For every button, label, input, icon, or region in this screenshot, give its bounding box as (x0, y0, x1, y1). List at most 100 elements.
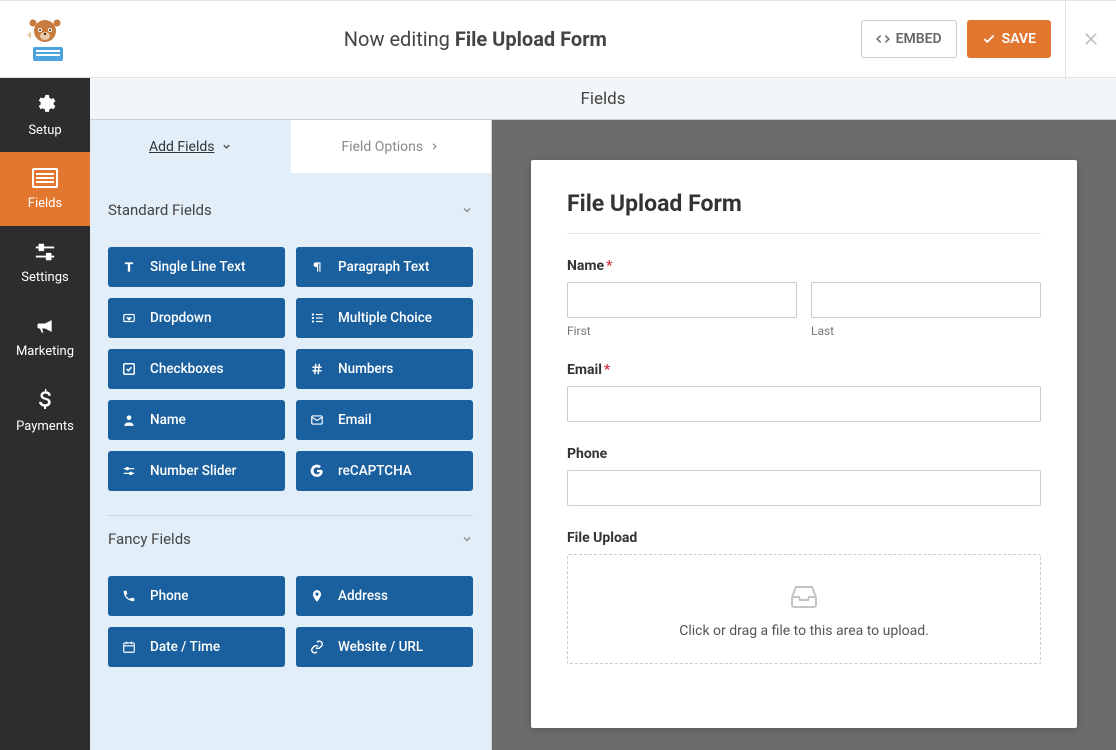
gear-icon (34, 93, 56, 115)
divider (567, 233, 1041, 234)
form-field-email[interactable]: Email* (567, 362, 1041, 422)
map-pin-icon (310, 589, 326, 603)
section-standard-fields[interactable]: Standard Fields (108, 187, 473, 233)
check-square-icon (122, 362, 138, 376)
form-preview: File Upload Form Name* First La (531, 160, 1077, 728)
fields-icon (32, 168, 58, 188)
dollar-icon (38, 389, 52, 411)
close-icon (1081, 29, 1101, 49)
sidebar-label: Settings (21, 270, 68, 285)
user-icon (122, 413, 138, 427)
phone-input[interactable] (567, 470, 1041, 506)
code-icon (876, 32, 890, 46)
upload-hint: Click or drag a file to this area to upl… (578, 623, 1030, 639)
last-name-input[interactable] (811, 282, 1041, 318)
field-checkboxes[interactable]: Checkboxes (108, 349, 285, 389)
logo-wrap (0, 1, 90, 77)
form-field-name[interactable]: Name* First Last (567, 258, 1041, 338)
check-icon (982, 32, 996, 46)
hash-icon (310, 362, 326, 376)
field-phone[interactable]: Phone (108, 576, 285, 616)
tab-field-options[interactable]: Field Options (291, 120, 492, 173)
field-paragraph-text[interactable]: Paragraph Text (296, 247, 473, 287)
required-asterisk: * (606, 258, 612, 274)
tab-label: Field Options (341, 139, 423, 155)
tab-add-fields[interactable]: Add Fields (90, 120, 291, 173)
sidebar-item-setup[interactable]: Setup (0, 78, 90, 152)
section-title: Fancy Fields (108, 530, 191, 548)
field-email[interactable]: Email (296, 400, 473, 440)
sliders-h-icon (122, 464, 138, 478)
list-icon (310, 311, 326, 325)
field-dropdown[interactable]: Dropdown (108, 298, 285, 338)
save-button[interactable]: SAVE (967, 20, 1051, 58)
panel-title: Fields (580, 89, 625, 109)
section-fancy-fields[interactable]: Fancy Fields (108, 516, 473, 562)
fields-panel: Add Fields Field Options (90, 120, 492, 750)
standard-fields-grid: Single Line Text Paragraph Text Dropdown… (108, 233, 473, 511)
field-name[interactable]: Name (108, 400, 285, 440)
main-sidebar: Setup Fields Settings Marketing Payments (0, 78, 90, 750)
field-single-line-text[interactable]: Single Line Text (108, 247, 285, 287)
text-icon (122, 260, 138, 274)
upload-label: File Upload (567, 530, 1041, 546)
chevron-right-icon (429, 141, 440, 152)
panel-tabs: Add Fields Field Options (90, 120, 491, 173)
editing-form-name: File Upload Form (455, 27, 607, 51)
top-bar: Now editing File Upload Form EMBED SAVE (0, 0, 1116, 78)
form-canvas: File Upload Form Name* First La (492, 120, 1116, 750)
required-asterisk: * (604, 362, 610, 378)
panel-header: Fields (90, 78, 1116, 120)
page-title: Now editing File Upload Form (90, 27, 861, 51)
upload-tray-icon (578, 583, 1030, 611)
email-input[interactable] (567, 386, 1041, 422)
sidebar-item-settings[interactable]: Settings (0, 226, 90, 300)
first-name-input[interactable] (567, 282, 797, 318)
link-icon (310, 640, 326, 654)
dropdown-icon (122, 311, 138, 325)
embed-label: EMBED (896, 31, 942, 47)
field-address[interactable]: Address (296, 576, 473, 616)
embed-button[interactable]: EMBED (861, 20, 957, 58)
chevron-down-icon (221, 141, 232, 152)
tab-label: Add Fields (149, 139, 215, 155)
phone-icon (122, 589, 138, 603)
top-actions: EMBED SAVE (861, 1, 1066, 77)
google-icon (310, 464, 326, 478)
field-website-url[interactable]: Website / URL (296, 627, 473, 667)
close-button[interactable] (1066, 1, 1116, 77)
sidebar-item-fields[interactable]: Fields (0, 152, 90, 226)
sidebar-label: Marketing (16, 344, 74, 359)
phone-label: Phone (567, 446, 1041, 462)
paragraph-icon (310, 260, 326, 274)
sidebar-label: Payments (16, 419, 74, 434)
sidebar-item-marketing[interactable]: Marketing (0, 300, 90, 374)
form-field-phone[interactable]: Phone (567, 446, 1041, 506)
sidebar-label: Fields (28, 196, 62, 211)
field-multiple-choice[interactable]: Multiple Choice (296, 298, 473, 338)
fancy-fields-grid: Phone Address Date / Time Website / URL (108, 562, 473, 687)
sidebar-label: Setup (28, 123, 61, 138)
form-field-file-upload[interactable]: File Upload Click or drag a file to this… (567, 530, 1041, 664)
name-label: Name* (567, 258, 1041, 274)
chevron-down-icon (461, 204, 473, 216)
file-upload-dropzone[interactable]: Click or drag a file to this area to upl… (567, 554, 1041, 664)
form-title: File Upload Form (567, 190, 1041, 217)
field-number-slider[interactable]: Number Slider (108, 451, 285, 491)
field-recaptcha[interactable]: reCAPTCHA (296, 451, 473, 491)
field-date-time[interactable]: Date / Time (108, 627, 285, 667)
first-sublabel: First (567, 324, 797, 338)
chevron-down-icon (461, 533, 473, 545)
last-sublabel: Last (811, 324, 1041, 338)
app-logo-icon (21, 15, 69, 63)
save-label: SAVE (1002, 31, 1036, 47)
sidebar-item-payments[interactable]: Payments (0, 374, 90, 448)
envelope-icon (310, 413, 326, 427)
email-label: Email* (567, 362, 1041, 378)
panel-body: Standard Fields Single Line Text Paragra… (90, 173, 491, 750)
calendar-icon (122, 640, 138, 654)
field-numbers[interactable]: Numbers (296, 349, 473, 389)
sliders-icon (34, 242, 56, 262)
bullhorn-icon (34, 316, 56, 336)
editing-prefix: Now editing (344, 27, 450, 51)
